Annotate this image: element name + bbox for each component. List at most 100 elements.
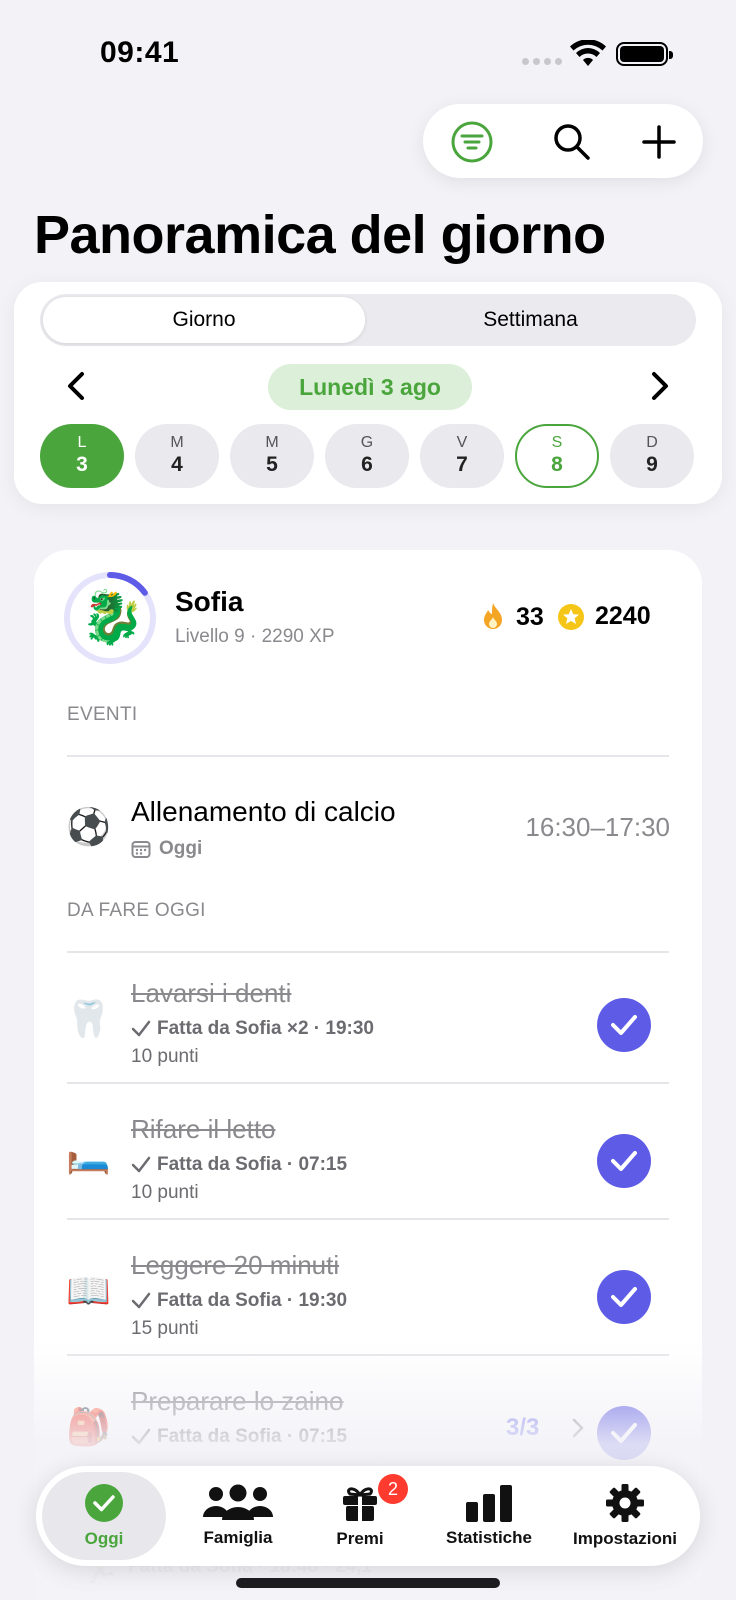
event-when: Oggi [159, 838, 203, 859]
previous-day-button[interactable] [58, 368, 94, 404]
avatar[interactable]: 🐉 [80, 585, 145, 651]
tab-premi[interactable]: Premi 2 [298, 1472, 422, 1560]
subtask-progress[interactable]: 3/3 [506, 1414, 539, 1442]
filter-button[interactable] [449, 119, 495, 165]
checkmark-icon [131, 1428, 151, 1445]
stars-stat: 2240 [557, 602, 651, 631]
profile-level: Livello 9 · 2290 XP [175, 626, 335, 647]
date-picker-card: Giorno Settimana Lunedì 3 ago L 3 M 4 M … [14, 282, 722, 504]
tab-bar: Oggi Famiglia Premi 2 Statistiche Impost… [36, 1466, 700, 1566]
event-row[interactable]: ⚽ Allenamento di calcio Oggi 16:30–17:30 [34, 786, 702, 878]
top-toolbar [423, 104, 703, 178]
segment-day[interactable]: Giorno [43, 297, 365, 343]
search-button[interactable] [549, 119, 595, 165]
current-date-pill[interactable]: Lunedì 3 ago [268, 364, 472, 410]
checkmark-icon [611, 1287, 637, 1307]
segment-week[interactable]: Settimana [368, 297, 693, 343]
day-number: 3 [76, 453, 88, 476]
day-chip[interactable]: S 8 [515, 424, 599, 488]
home-indicator [236, 1578, 500, 1588]
calendar-icon [131, 841, 151, 858]
day-letter: L [77, 434, 87, 451]
divider [67, 1218, 669, 1220]
chevron-right-icon[interactable] [570, 1416, 586, 1440]
task-points: 15 punti [131, 1318, 199, 1339]
day-chip[interactable]: D 9 [610, 424, 694, 488]
task-complete-toggle[interactable] [597, 1134, 651, 1188]
chevron-left-icon [68, 372, 84, 400]
day-number: 6 [361, 453, 373, 476]
task-title: Lavarsi i denti [131, 978, 292, 1008]
backpack-icon: 🎒 [66, 1406, 111, 1447]
day-letter: V [456, 434, 468, 451]
divider [67, 755, 669, 757]
tab-statistiche[interactable]: Statistiche [416, 1472, 562, 1560]
checkmark-icon [131, 1156, 151, 1173]
gear-icon [606, 1484, 644, 1522]
task-row[interactable]: 🦷 Lavarsi i denti Fatta da Sofia ×2 · 19… [34, 968, 702, 1100]
bar-chart-icon [466, 1485, 512, 1522]
soccer-ball-icon: ⚽ [66, 806, 111, 847]
task-title: Rifare il letto [131, 1114, 276, 1144]
gift-icon [343, 1487, 377, 1521]
checkmark-icon [611, 1015, 637, 1035]
event-date: Oggi [131, 838, 202, 860]
tab-oggi[interactable]: Oggi [42, 1472, 166, 1560]
task-completed-by: Fatta da Sofia ×2 · 19:30 [131, 1018, 374, 1040]
tab-label: Impostazioni [573, 1529, 677, 1548]
tab-label: Famiglia [203, 1528, 273, 1547]
tab-impostazioni[interactable]: Impostazioni [556, 1472, 694, 1560]
filter-circle-icon [451, 121, 493, 163]
task-completed-by: Fatta da Sofia · 07:15 [131, 1154, 347, 1176]
day-letter: S [551, 434, 563, 451]
task-complete-toggle[interactable] [597, 1270, 651, 1324]
checkmark-icon [611, 1151, 637, 1171]
day-chip[interactable]: M 4 [135, 424, 219, 488]
plus-icon [642, 125, 676, 159]
daily-overview-card: 🐉 Sofia Livello 9 · 2290 XP 33 2240 EVEN… [34, 550, 702, 1600]
profile-name: Sofia [175, 586, 244, 617]
battery-icon [616, 42, 673, 66]
streak-stat: 33 [480, 602, 544, 632]
tab-famiglia[interactable]: Famiglia [176, 1472, 300, 1560]
task-title: Leggere 20 minuti [131, 1250, 340, 1280]
wifi-icon [570, 40, 606, 66]
task-completed-text: Fatta da Sofia ×2 · 19:30 [157, 1018, 374, 1039]
day-chip[interactable]: G 6 [325, 424, 409, 488]
task-complete-toggle[interactable] [597, 998, 651, 1052]
people-icon [203, 1484, 273, 1520]
day-letter: M [170, 434, 184, 451]
add-button[interactable] [636, 119, 682, 165]
day-number: 4 [171, 453, 183, 476]
day-chip[interactable]: V 7 [420, 424, 504, 488]
day-letter: M [265, 434, 279, 451]
tooth-icon: 🦷 [66, 998, 111, 1039]
flame-icon [484, 603, 502, 629]
chevron-right-icon [652, 372, 668, 400]
day-chip[interactable]: L 3 [40, 424, 124, 488]
day-number: 9 [646, 453, 658, 476]
day-number: 8 [551, 453, 563, 476]
next-day-button[interactable] [642, 368, 678, 404]
checkmark-icon [131, 1292, 151, 1309]
divider [67, 1082, 669, 1084]
task-completed-by: Fatta da Sofia · 19:30 [131, 1290, 347, 1312]
checkmark-icon [131, 1020, 151, 1037]
search-icon [554, 124, 590, 160]
bed-icon: 🛏️ [66, 1134, 111, 1175]
day-chip[interactable]: M 5 [230, 424, 314, 488]
task-row[interactable]: 🛏️ Rifare il letto Fatta da Sofia · 07:1… [34, 1104, 702, 1236]
view-segmented-control: Giorno Settimana [40, 294, 696, 346]
task-complete-toggle[interactable] [597, 1406, 651, 1460]
status-time: 09:41 [100, 36, 180, 69]
task-row[interactable]: 📖 Leggere 20 minuti Fatta da Sofia · 19:… [34, 1240, 702, 1372]
task-points: 10 punti [131, 1182, 199, 1203]
book-icon: 📖 [66, 1270, 111, 1311]
task-completed-text: Fatta da Sofia · 07:15 [157, 1154, 348, 1175]
tab-label: Premi [336, 1529, 384, 1548]
streak-count: 33 [516, 602, 544, 631]
page-title: Panoramica del giorno [34, 205, 606, 265]
status-bar: 09:41 [0, 0, 736, 100]
task-points: 10 punti [131, 1046, 199, 1067]
divider [67, 1354, 669, 1356]
